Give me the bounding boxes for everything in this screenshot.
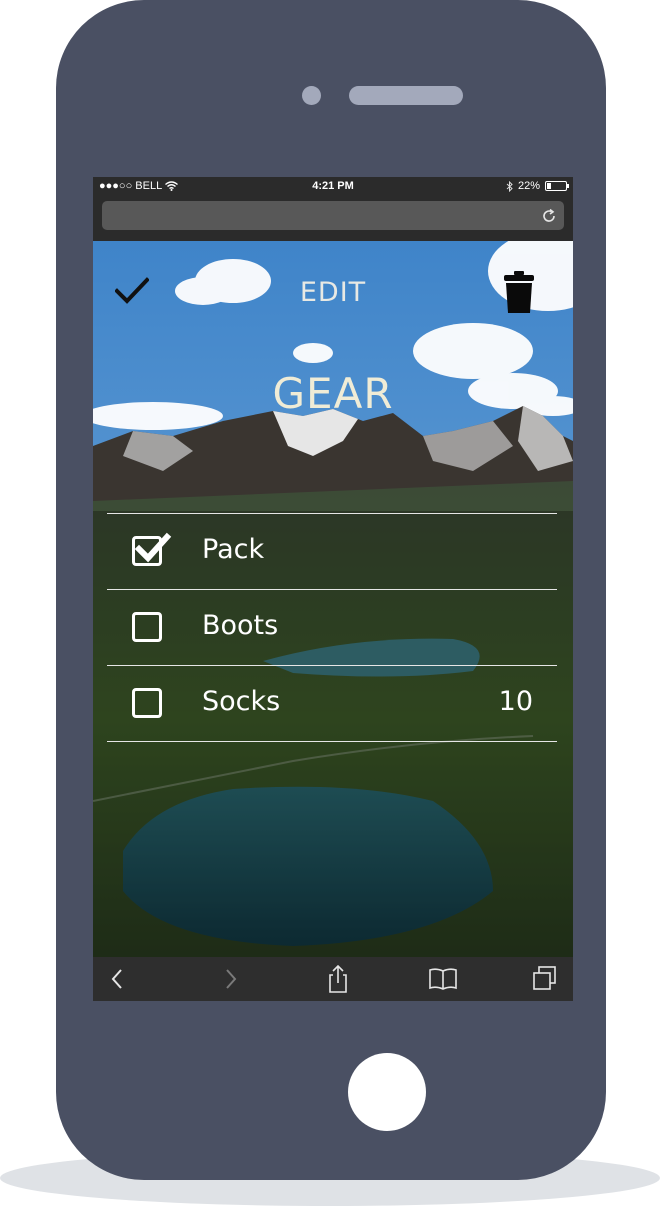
gear-list: Pack Boots Socks 10 [107, 513, 557, 742]
list-title: GEAR [272, 369, 394, 418]
checkbox-unchecked[interactable] [132, 688, 162, 718]
tabs-icon[interactable] [530, 965, 560, 993]
battery-icon [545, 181, 569, 191]
address-bar-area [93, 197, 573, 241]
status-time: 4:21 PM [312, 180, 354, 192]
battery-percent: 22% [517, 180, 540, 192]
checkbox-unchecked[interactable] [132, 612, 162, 642]
forward-icon[interactable] [215, 965, 245, 993]
list-item[interactable]: Boots [107, 589, 557, 665]
item-quantity: 10 [498, 686, 533, 717]
edit-title[interactable]: EDIT [93, 277, 573, 308]
browser-toolbar [93, 957, 573, 1001]
checkbox-checked[interactable] [132, 532, 172, 566]
home-button[interactable] [348, 1053, 426, 1131]
back-icon[interactable] [103, 965, 133, 993]
checkmark-icon [134, 532, 172, 563]
share-icon[interactable] [323, 965, 353, 993]
reload-icon[interactable] [541, 208, 557, 224]
list-item[interactable]: Socks 10 [107, 665, 557, 742]
front-camera [302, 86, 321, 105]
earpiece-speaker [349, 86, 463, 105]
item-label: Pack [202, 534, 265, 565]
gear-list-app: EDIT GEAR Pack Boots Socks 10 [93, 241, 573, 957]
bluetooth-icon [506, 180, 513, 192]
phone-screen: ●●●○○ BELL 4:21 PM 22% EDIT GEAR Pack Bo… [93, 177, 573, 1001]
address-bar[interactable] [102, 201, 564, 230]
bookmarks-icon[interactable] [428, 965, 458, 993]
trash-icon[interactable] [503, 270, 535, 314]
list-item[interactable]: Pack [107, 513, 557, 589]
status-bar: ●●●○○ BELL 4:21 PM 22% [93, 177, 573, 197]
item-label: Boots [202, 610, 279, 641]
item-label: Socks [202, 686, 281, 717]
